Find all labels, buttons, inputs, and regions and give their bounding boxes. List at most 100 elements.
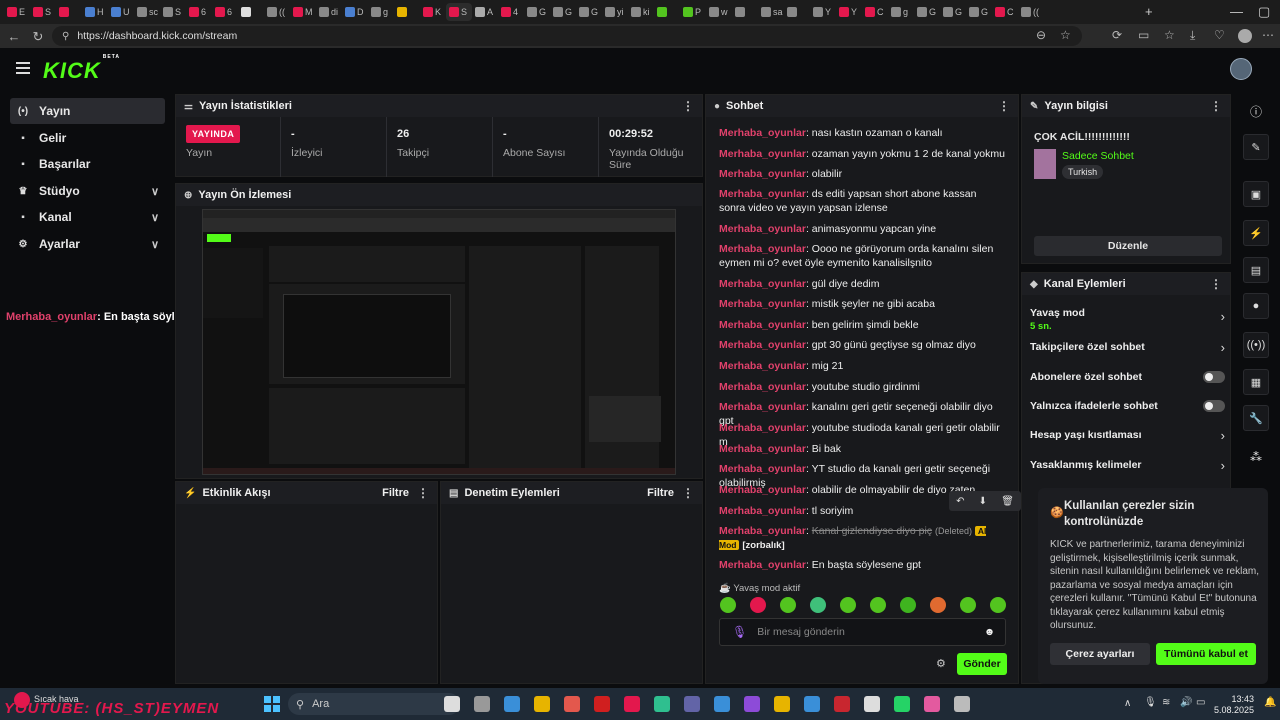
browser-tab[interactable]: sc	[134, 3, 160, 21]
split-icon[interactable]: ▭	[1138, 28, 1149, 42]
start-button[interactable]	[264, 696, 280, 712]
browser-tab[interactable]: K	[420, 3, 446, 21]
wallet-icon[interactable]: ♡	[1214, 28, 1225, 42]
zoom-icon[interactable]: ⊖	[1036, 28, 1046, 42]
chat-input-field[interactable]: 🎙 Bir mesaj gönderin ☻	[719, 618, 1006, 646]
browser-tab[interactable]: 4	[498, 3, 524, 21]
stream-preview-video[interactable]	[202, 209, 676, 475]
microphone-icon[interactable]: 🎙	[732, 625, 747, 639]
pin-icon[interactable]: ⬇	[979, 496, 987, 507]
browser-tab[interactable]: H	[82, 3, 108, 21]
sidebar-item-4[interactable]: ▪ Kanal ∨	[10, 204, 165, 230]
chat-username[interactable]: Merhaba_oyunlar	[719, 298, 806, 310]
browser-tab[interactable]: Y	[810, 3, 836, 21]
chat-username[interactable]: Merhaba_oyunlar	[719, 339, 806, 351]
taskbar-app-icon[interactable]	[684, 696, 700, 712]
chat-username[interactable]: Merhaba_oyunlar	[719, 243, 806, 255]
undo-icon[interactable]: ↶	[956, 496, 964, 507]
channel-action-row[interactable]: Hesap yaşı kısıtlaması ›	[1030, 428, 1225, 443]
browser-tab[interactable]: P	[680, 3, 706, 21]
taskbar-app-icon[interactable]	[444, 696, 460, 712]
sidebar-item-0[interactable]: (•) Yayın	[10, 98, 165, 124]
sidebar-item-5[interactable]: ⚙ Ayarlar ∨	[10, 231, 165, 257]
microphone-tray-icon[interactable]: 🎙	[1144, 697, 1157, 708]
side-bolt-icon[interactable]: ⚡	[1243, 220, 1269, 246]
moderation-filter-button[interactable]: Filtre	[647, 487, 674, 499]
taskbar-app-icon[interactable]	[624, 696, 640, 712]
user-avatar[interactable]	[1230, 58, 1252, 80]
channel-action-row[interactable]: Abonelere özel sohbet	[1030, 371, 1225, 385]
browser-tab[interactable]: yi	[602, 3, 628, 21]
browser-tab[interactable]: G	[914, 3, 940, 21]
chat-message[interactable]: Merhaba_oyunlar: mistik şeyler ne gibi a…	[719, 297, 1005, 311]
chat-settings-icon[interactable]: ⚙	[936, 657, 946, 670]
chat-username[interactable]: Merhaba_oyunlar	[719, 360, 806, 372]
browser-tab[interactable]: g	[888, 3, 914, 21]
taskbar-app-icon[interactable]	[654, 696, 670, 712]
chat-message[interactable]: Merhaba_oyunlar: Bi bak	[719, 442, 1005, 456]
emote-icon[interactable]	[720, 597, 736, 613]
stats-menu-icon[interactable]: ⋮	[682, 99, 694, 113]
info-menu-icon[interactable]: ⋮	[1210, 99, 1222, 113]
url-field[interactable]: ⚲ https://dashboard.kick.com/stream	[52, 26, 1082, 46]
chat-username[interactable]: Merhaba_oyunlar	[719, 401, 806, 413]
volume-icon[interactable]: 🔊	[1180, 697, 1192, 708]
browser-tab[interactable]: g	[368, 3, 394, 21]
chat-message[interactable]: Merhaba_oyunlar: ds editi yapsan short a…	[719, 187, 1005, 215]
taskbar-app-icon[interactable]	[804, 696, 820, 712]
browser-tab[interactable]	[56, 3, 82, 21]
chat-message[interactable]: Merhaba_oyunlar: Oooo ne görüyorum orda …	[719, 242, 1005, 270]
side-layout-icon[interactable]: ▦	[1243, 369, 1269, 395]
emote-icon[interactable]	[870, 597, 886, 613]
chat-message[interactable]: Merhaba_oyunlar: ozaman yayın yokmu 1 2 …	[719, 147, 1005, 161]
chat-username[interactable]: Merhaba_oyunlar	[719, 463, 806, 475]
browser-tab[interactable]: G	[576, 3, 602, 21]
emote-icon[interactable]	[840, 597, 856, 613]
hamburger-menu-icon[interactable]	[16, 62, 30, 74]
activity-filter-button[interactable]: Filtre	[382, 487, 409, 499]
browser-tab[interactable]: U	[108, 3, 134, 21]
bookmark-star-icon[interactable]: ☆	[1060, 28, 1071, 42]
back-icon[interactable]: ←	[2, 29, 26, 44]
browser-tab[interactable]: M	[290, 3, 316, 21]
activity-menu-icon[interactable]: ⋮	[417, 486, 429, 500]
chat-username[interactable]: Merhaba_oyunlar	[719, 422, 806, 434]
taskbar-app-icon[interactable]	[564, 696, 580, 712]
browser-tab[interactable]: G	[966, 3, 992, 21]
side-apps-icon[interactable]: ⁂	[1250, 450, 1262, 464]
extensions-icon[interactable]: ⟳	[1112, 28, 1122, 42]
channel-action-row[interactable]: Takipçilere özel sohbet ›	[1030, 340, 1225, 355]
browser-tab[interactable]: E	[4, 3, 30, 21]
browser-tab[interactable]	[238, 3, 264, 21]
chat-message[interactable]: Merhaba_oyunlar: gül diye dedim	[719, 277, 1005, 291]
browser-tab[interactable]: G	[550, 3, 576, 21]
deleted-chat-message[interactable]: Merhaba_oyunlar: Kanal gizlendiyse diyo …	[719, 524, 1005, 553]
notification-bell-icon[interactable]: 🔔	[1264, 697, 1276, 708]
toggle-switch[interactable]	[1203, 400, 1225, 412]
toggle-switch[interactable]	[1203, 371, 1225, 383]
chat-message[interactable]: Merhaba_oyunlar: olabilir	[719, 167, 1005, 181]
browser-tab[interactable]: G	[940, 3, 966, 21]
emote-icon[interactable]	[780, 597, 796, 613]
browser-tab[interactable]: di	[316, 3, 342, 21]
more-icon[interactable]: ⋯	[1262, 28, 1274, 42]
chat-message[interactable]: Merhaba_oyunlar: ben gelirim şimdi bekle	[719, 318, 1005, 332]
chat-message[interactable]: Merhaba_oyunlar: animasyonmu yapcan yine	[719, 222, 1005, 236]
browser-tab[interactable]	[732, 3, 758, 21]
chat-username[interactable]: Merhaba_oyunlar	[719, 223, 806, 235]
channel-action-row[interactable]: Yalnızca ifadelerle sohbet	[1030, 400, 1225, 414]
browser-tab[interactable]: G	[524, 3, 550, 21]
taskbar-app-icon[interactable]	[474, 696, 490, 712]
emote-icon[interactable]	[990, 597, 1006, 613]
emote-icon[interactable]	[960, 597, 976, 613]
emote-icon[interactable]	[930, 597, 946, 613]
chat-username[interactable]: Merhaba_oyunlar	[719, 188, 806, 200]
sidebar-item-1[interactable]: ▪ Gelir	[10, 125, 165, 151]
moderation-menu-icon[interactable]: ⋮	[682, 486, 694, 500]
browser-tab[interactable]: S	[160, 3, 186, 21]
chat-username[interactable]: Merhaba_oyunlar	[719, 484, 806, 496]
taskbar-app-icon[interactable]	[894, 696, 910, 712]
browser-tab[interactable]: ki	[628, 3, 654, 21]
trash-icon[interactable]: 🗑	[1001, 496, 1014, 507]
chat-username[interactable]: Merhaba_oyunlar	[719, 525, 806, 537]
